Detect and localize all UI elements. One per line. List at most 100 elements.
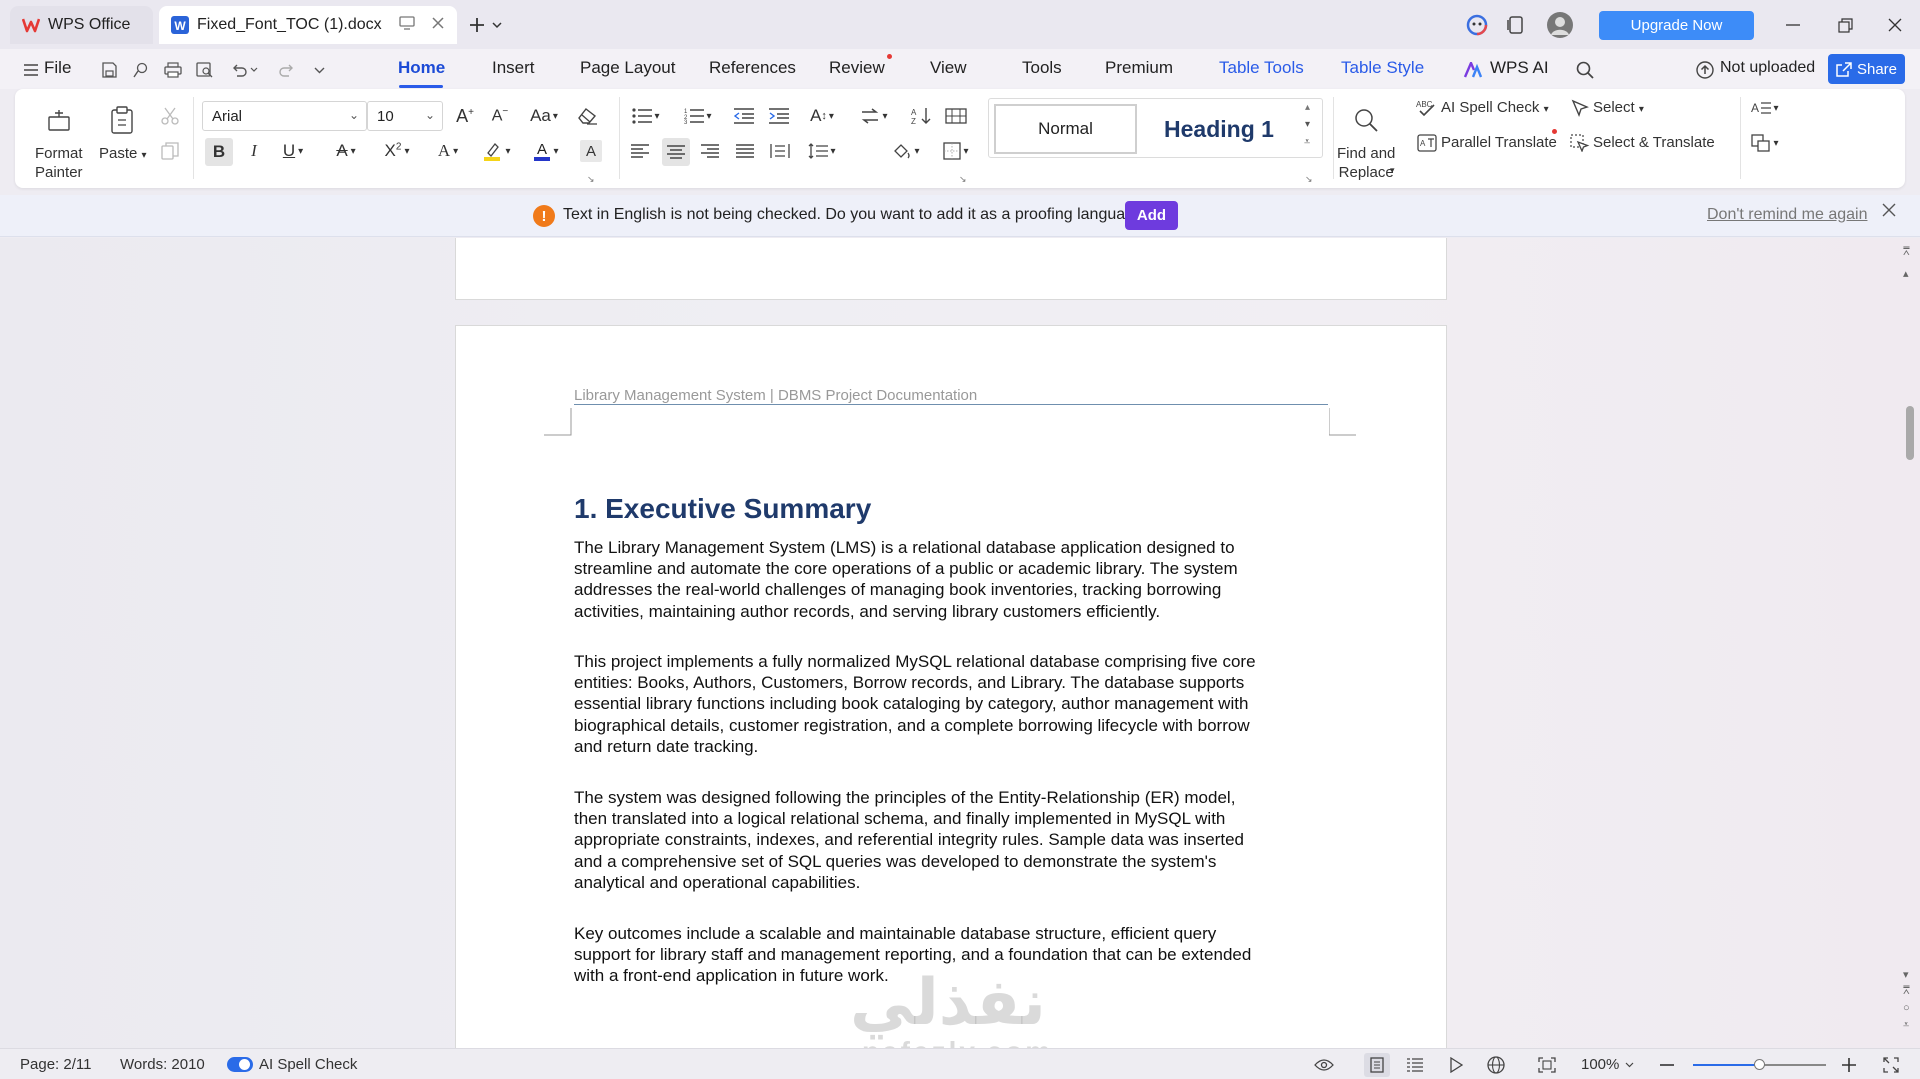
paste-button[interactable]: Paste ▾ (99, 145, 147, 162)
page-view-icon[interactable] (1364, 1053, 1390, 1077)
word-count[interactable]: Words: 2010 (120, 1056, 205, 1073)
print-preview-icon[interactable] (194, 59, 216, 81)
search-icon[interactable] (1574, 59, 1596, 81)
page-header[interactable]: Library Management System | DBMS Project… (574, 387, 977, 404)
find-replace-search-icon[interactable] (1351, 105, 1381, 135)
align-left-icon[interactable] (627, 138, 653, 164)
highlight-color-icon[interactable]: ▾ (479, 138, 515, 164)
close-notification-icon[interactable] (1882, 203, 1896, 217)
previous-page-icon[interactable]: ⩞ (1903, 985, 1910, 998)
dont-remind-link[interactable]: Don't remind me again (1707, 206, 1867, 224)
window-layout-icon[interactable] (1503, 12, 1529, 38)
font-name-select[interactable]: Arial ⌄ (202, 101, 367, 131)
document-paragraph[interactable]: This project implements a fully normaliz… (574, 651, 1324, 757)
menu-page-layout[interactable]: Page Layout (580, 58, 675, 78)
play-slideshow-icon[interactable] (1445, 1054, 1467, 1076)
section-heading[interactable]: 1. Executive Summary (574, 493, 871, 525)
scroll-page-up-icon[interactable]: ⩞ (1903, 246, 1910, 259)
save-icon[interactable] (98, 59, 120, 81)
undo-dropdown-chevron-icon[interactable] (247, 59, 261, 81)
paragraph-settings-launcher-icon[interactable]: ↘ (959, 174, 967, 185)
menu-wps-ai[interactable]: WPS AI (1490, 58, 1549, 78)
tab-list-chevron-icon[interactable] (489, 12, 505, 38)
format-painter-button[interactable]: Format Painter (35, 144, 83, 182)
gallery-more-icon[interactable]: ⩡ (1304, 136, 1310, 149)
font-size-select[interactable]: 10 ⌄ (367, 101, 443, 131)
bold-icon[interactable]: B (205, 138, 233, 166)
text-layout-icon[interactable]: A ▾ (1745, 95, 1785, 121)
previous-page[interactable] (455, 238, 1447, 300)
quick-access-more-chevron-icon[interactable] (308, 59, 330, 81)
decrease-indent-icon[interactable] (731, 103, 757, 129)
menu-home[interactable]: Home (398, 58, 445, 78)
web-layout-globe-icon[interactable] (1485, 1054, 1507, 1076)
restore-icon[interactable] (1830, 12, 1860, 38)
zoom-slider-knob[interactable] (1753, 1059, 1765, 1070)
fit-page-icon[interactable] (1536, 1054, 1558, 1076)
page-indicator[interactable]: Page: 2/11 (20, 1056, 91, 1073)
increase-font-size-icon[interactable]: A+ (452, 103, 478, 129)
scroll-down-icon[interactable]: ▾ (1903, 968, 1909, 981)
select-button[interactable]: Select ▾ (1593, 99, 1644, 116)
menu-review[interactable]: Review (829, 58, 885, 78)
parallel-translate-button[interactable]: Parallel Translate (1441, 134, 1557, 151)
paste-clipboard-icon[interactable] (107, 105, 137, 135)
menu-tools[interactable]: Tools (1022, 58, 1062, 78)
share-button[interactable]: Share (1828, 54, 1905, 84)
align-center-icon[interactable] (662, 138, 690, 166)
gallery-down-icon[interactable]: ▾ (1305, 119, 1310, 130)
borders-icon[interactable]: ▾ (937, 138, 975, 164)
decrease-font-size-icon[interactable]: A− (487, 103, 513, 129)
change-case-icon[interactable]: Aa ▾ (526, 103, 562, 129)
menu-view[interactable]: View (930, 58, 967, 78)
menu-table-style[interactable]: Table Style (1341, 58, 1424, 78)
tab-wps-office[interactable]: WPS Office (10, 6, 153, 44)
document-canvas[interactable]: Library Management System | DBMS Project… (0, 238, 1920, 1048)
shading-fill-icon[interactable]: ▾ (887, 138, 925, 164)
export-pdf-icon[interactable] (130, 59, 152, 81)
align-right-icon[interactable] (697, 138, 723, 164)
document-page[interactable]: Library Management System | DBMS Project… (455, 325, 1447, 1048)
menu-references[interactable]: References (709, 58, 796, 78)
menu-premium[interactable]: Premium (1105, 58, 1173, 78)
show-hide-marks-icon[interactable] (943, 103, 969, 129)
select-and-translate-button[interactable]: Select & Translate (1593, 134, 1715, 151)
upgrade-now-button[interactable]: Upgrade Now (1599, 11, 1754, 40)
style-normal[interactable]: Normal (994, 104, 1137, 154)
not-uploaded-status[interactable]: Not uploaded (1720, 59, 1815, 77)
scrollbar-thumb[interactable] (1906, 406, 1914, 460)
find-and-replace-button[interactable]: Find and Replace (1337, 144, 1395, 182)
vertical-scrollbar[interactable]: ⩞ ▴ ▾ ⩞ ○ ⩡ (1896, 238, 1920, 1048)
add-proofing-language-button[interactable]: Add (1125, 201, 1178, 230)
shapes-arrange-icon[interactable]: ▾ (1745, 130, 1785, 156)
superscript-icon[interactable]: X2 ▾ (379, 138, 415, 164)
menu-insert[interactable]: Insert (492, 58, 535, 78)
menu-table-tools[interactable]: Table Tools (1219, 58, 1304, 78)
gallery-up-icon[interactable]: ▴ (1305, 102, 1310, 113)
strikethrough-icon[interactable]: A ▾ (328, 138, 364, 164)
line-sort-icon[interactable]: ▾ (855, 103, 893, 129)
tab-document[interactable]: W Fixed_Font_TOC (1).docx (159, 6, 457, 44)
tab-monitor-icon[interactable] (399, 16, 415, 30)
format-painter-icon[interactable] (44, 105, 74, 135)
text-direction-icon[interactable]: A ↕ ▾ (803, 103, 841, 129)
font-settings-launcher-icon[interactable]: ↘ (587, 174, 595, 185)
document-paragraph[interactable]: The Library Management System (LMS) is a… (574, 537, 1324, 622)
ai-spell-check-toggle[interactable] (227, 1057, 253, 1072)
line-spacing-icon[interactable]: ▾ (803, 138, 841, 164)
next-page-icon[interactable]: ⩡ (1903, 1019, 1909, 1032)
distributed-align-icon[interactable] (767, 138, 793, 164)
underline-icon[interactable]: U ▾ (275, 138, 311, 164)
style-heading-1[interactable]: Heading 1 (1144, 104, 1294, 154)
sort-icon[interactable]: AZ (908, 103, 934, 129)
cloud-upload-icon[interactable] (1694, 59, 1716, 81)
print-icon[interactable] (162, 59, 184, 81)
avatar[interactable] (1545, 10, 1575, 40)
clear-formatting-eraser-icon[interactable] (575, 103, 601, 129)
zoom-out-icon[interactable] (1656, 1054, 1678, 1076)
redo-icon[interactable] (276, 59, 298, 81)
font-color-icon[interactable]: A ▾ (528, 138, 564, 164)
menu-file[interactable]: File (44, 58, 71, 78)
copy-icon[interactable] (157, 138, 183, 164)
zoom-level[interactable]: 100% (1581, 1056, 1619, 1073)
